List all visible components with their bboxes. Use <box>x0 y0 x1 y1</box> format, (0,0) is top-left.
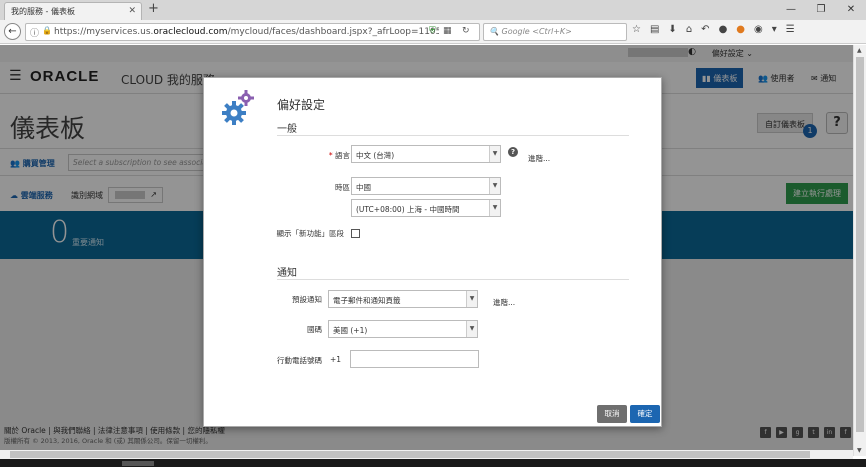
cancel-button[interactable]: 取消 <box>597 405 627 423</box>
scroll-down-icon[interactable]: ▼ <box>857 447 862 454</box>
horizontal-scrollbar[interactable] <box>0 450 853 459</box>
language-label: * 中文 (台灣)語言 <box>328 151 350 160</box>
info-icon[interactable]: ⓘ <box>30 26 39 39</box>
qr-icon[interactable]: ▦ <box>443 26 452 36</box>
divider <box>277 279 629 280</box>
timezone-select[interactable]: 中國 ▼ <box>351 177 501 195</box>
menu-icon[interactable]: ☰ <box>786 24 795 35</box>
language-advanced-link[interactable]: 進階... <box>528 153 550 164</box>
address-bar[interactable]: ⓘ 🔒 https://myservices.us.oraclecloud.co… <box>25 23 480 41</box>
country-code-select[interactable]: 美國 (+1) ▼ <box>328 320 478 338</box>
timezone-label: 時區 <box>335 183 350 192</box>
show-new-features-checkbox[interactable] <box>351 229 360 238</box>
undo-icon[interactable]: ↶ <box>701 24 709 35</box>
scroll-up-icon[interactable]: ▲ <box>857 47 862 54</box>
taskbar-item[interactable] <box>122 461 154 466</box>
notify-advanced-link[interactable]: 進階... <box>493 297 515 308</box>
close-window-button[interactable]: ✕ <box>836 0 866 20</box>
url-text: https://myservices.us.oraclecloud.com/my… <box>54 27 439 37</box>
browser-navbar: ← ⓘ 🔒 https://myservices.us.oraclecloud.… <box>0 20 866 44</box>
preferences-dialog: 偏好設定 一般 * 中文 (台灣)語言 中文 (台灣)▼ ? 進階... 時區 … <box>203 77 662 427</box>
language-select[interactable]: 中文 (台灣) ▼ <box>351 145 501 163</box>
show-new-features-label: 顯示「新功能」區段 <box>276 229 345 238</box>
new-tab-button[interactable]: + <box>148 2 159 16</box>
browser-tabstrip: 我的服務 - 儀表板 ✕ + — ❐ ✕ <box>0 0 866 20</box>
shield-icon[interactable]: ⛨ <box>429 26 436 36</box>
gears-icon <box>222 90 254 125</box>
mobile-phone-input[interactable] <box>350 350 479 368</box>
home-icon[interactable]: ⌂ <box>686 24 692 35</box>
default-notify-label: 預設通知 <box>292 295 322 304</box>
default-notify-select[interactable]: 電子郵件和通知頁籤 ▼ <box>328 290 478 308</box>
help-icon[interactable]: ? <box>508 147 518 157</box>
chevron-down-icon: ▼ <box>466 321 477 337</box>
h-scroll-thumb[interactable] <box>10 451 810 458</box>
window-controls: — ❐ ✕ <box>776 0 866 20</box>
browser-tab[interactable]: 我的服務 - 儀表板 ✕ <box>4 2 142 20</box>
reload-icon[interactable]: ↻ <box>462 26 470 36</box>
chevron-down-icon: ▼ <box>489 178 500 194</box>
scroll-thumb[interactable] <box>856 57 864 432</box>
chevron-down-icon: ▼ <box>466 291 477 307</box>
divider <box>277 135 629 136</box>
back-icon[interactable]: ← <box>4 23 21 40</box>
lock-icon: 🔒 <box>42 26 52 35</box>
vertical-scrollbar[interactable]: ▲ ▼ <box>853 45 866 456</box>
ok-button[interactable]: 確定 <box>630 405 660 423</box>
tab-title: 我的服務 - 儀表板 <box>11 7 75 16</box>
toolbar-icons: ☆ ▤ ⬇ ⌂ ↶ ● ● ◉ ▾ ☰ <box>632 24 795 35</box>
addon-icon[interactable]: ◉ <box>754 24 763 35</box>
search-input[interactable]: 🔍 Google <Ctrl+K> <box>483 23 627 41</box>
mobile-phone-label: 行動電話號碼 <box>277 356 322 365</box>
close-icon[interactable]: ✕ <box>128 6 136 16</box>
restore-button[interactable]: ❐ <box>806 0 836 20</box>
chevron-down-icon: ▼ <box>489 146 500 162</box>
country-code-label: 國碼 <box>307 325 322 334</box>
os-taskbar <box>0 459 866 467</box>
timezone-detail-select[interactable]: (UTC+08:00) 上海 - 中國時間 ▼ <box>351 199 501 217</box>
dialog-title: 偏好設定 <box>277 98 326 112</box>
chevron-down-icon: ▼ <box>489 200 500 216</box>
notify-section-title: 通知 <box>277 268 297 279</box>
chat-icon[interactable]: ● <box>719 24 728 35</box>
phone-prefix: +1 <box>330 355 342 364</box>
download-icon[interactable]: ⬇ <box>668 24 676 35</box>
general-section-title: 一般 <box>277 124 297 135</box>
clipboard-icon[interactable]: ▤ <box>650 24 659 35</box>
minimize-button[interactable]: — <box>776 0 806 20</box>
extension-icon[interactable]: ● <box>736 24 745 35</box>
bookmark-star-icon[interactable]: ☆ <box>632 24 641 35</box>
more-icon[interactable]: ▾ <box>772 24 777 35</box>
